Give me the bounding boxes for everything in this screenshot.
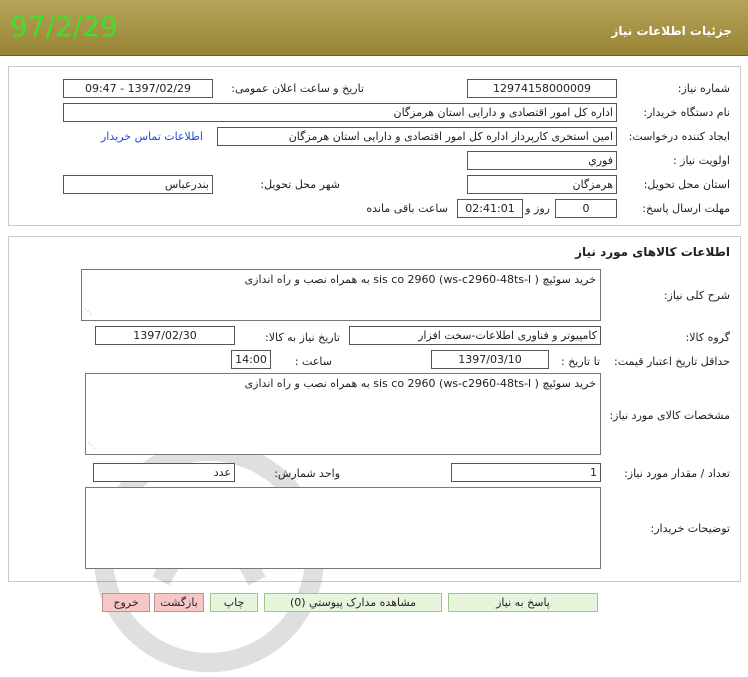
desc-textarea: خرید سوئیچ ( sis co 2960 (ws-c2960-48ts-… (81, 269, 601, 321)
contact-buyer-link[interactable]: اطلاعات تماس خریدار (101, 130, 203, 143)
goods-section-title: اطلاعات کالاهای مورد نیاز (575, 245, 730, 259)
validity-label: حداقل تاریخ اعتبار قیمت: (614, 355, 730, 368)
page-title: جزئیات اطلاعات نیاز (611, 24, 732, 38)
need-number-label: شماره نیاز: (677, 82, 730, 95)
until-date-field: 1397/03/10 (431, 350, 549, 369)
attachments-button[interactable]: مشاهده مدارک پیوستي (0) (264, 593, 442, 612)
unit-label: واحد شمارش: (274, 467, 340, 480)
exit-button[interactable]: خروج (102, 593, 150, 612)
desc-label: شرح کلی نیاز: (663, 289, 730, 302)
resize-grip-icon[interactable]: ⋰ (84, 305, 92, 319)
need-date-field: 1397/02/30 (95, 326, 235, 345)
specs-text: خرید سوئیچ ( sis co 2960 (ws-c2960-48ts-… (244, 377, 596, 390)
remaining-word: ساعت باقی مانده (366, 202, 448, 215)
buyer-notes-label: توضیحات خریدار: (650, 522, 731, 535)
specs-label: مشخصات کالای مورد نیاز: (609, 409, 730, 422)
goods-info-panel: اطلاعات کالاهای مورد نیاز شرح کلی نیاز: … (8, 236, 741, 673)
need-number-field: 12974158000009 (467, 79, 617, 98)
buyer-notes-textarea (85, 487, 601, 569)
hour-field: 14:00 (231, 350, 271, 369)
qty-label: تعداد / مقدار مورد نیاز: (624, 467, 730, 480)
deadline-label: مهلت ارسال پاسخ: (642, 202, 730, 215)
header-date: 97/2/29 (10, 10, 118, 43)
qty-field: 1 (451, 463, 601, 482)
page-header: 97/2/29 جزئیات اطلاعات نیاز (0, 0, 748, 56)
province-label: استان محل تحویل: (643, 178, 730, 191)
unit-field: عدد (93, 463, 235, 482)
buyer-org-label: نام دستگاه خریدار: (643, 106, 730, 119)
hour-label: ساعت : (294, 355, 332, 368)
city-label: شهر محل تحویل: (260, 178, 340, 191)
creator-field: امین استخری کارپرداز اداره کل امور اقتصا… (217, 127, 617, 146)
request-info-panel: شماره نیاز: 12974158000009 تاریخ و ساعت … (8, 66, 741, 226)
print-button[interactable]: چاپ (210, 593, 258, 612)
announce-field: 1397/02/29 - 09:47 (63, 79, 213, 98)
need-date-label: تاریخ نیاز به کالا: (265, 331, 340, 344)
respond-button[interactable]: پاسخ به نیاز (448, 593, 598, 612)
group-field: کامپیوتر و فناوری اطلاعات-سخت افزار (349, 326, 601, 345)
specs-textarea: خرید سوئیچ ( sis co 2960 (ws-c2960-48ts-… (85, 373, 601, 455)
city-field: بندرعباس (63, 175, 213, 194)
priority-label: اولویت نیاز : (672, 154, 730, 167)
priority-field: فوري (467, 151, 617, 170)
province-field: هرمزگان (467, 175, 617, 194)
days-word: روز و (525, 202, 550, 215)
resize-grip-icon[interactable]: ⋰ (88, 439, 96, 453)
desc-text: خرید سوئیچ ( sis co 2960 (ws-c2960-48ts-… (244, 273, 596, 286)
buyer-org-field: اداره کل امور اقتصادی و دارایی استان هرم… (63, 103, 617, 122)
creator-label: ایجاد کننده درخواست: (628, 130, 730, 143)
group-label: گروه کالا: (685, 331, 730, 344)
back-button[interactable]: بازگشت (154, 593, 204, 612)
days-field: 0 (555, 199, 617, 218)
until-date-label: تا تاریخ : (561, 355, 600, 368)
time-left-field: 02:41:01 (457, 199, 523, 218)
announce-label: تاریخ و ساعت اعلان عمومی: (231, 82, 364, 95)
